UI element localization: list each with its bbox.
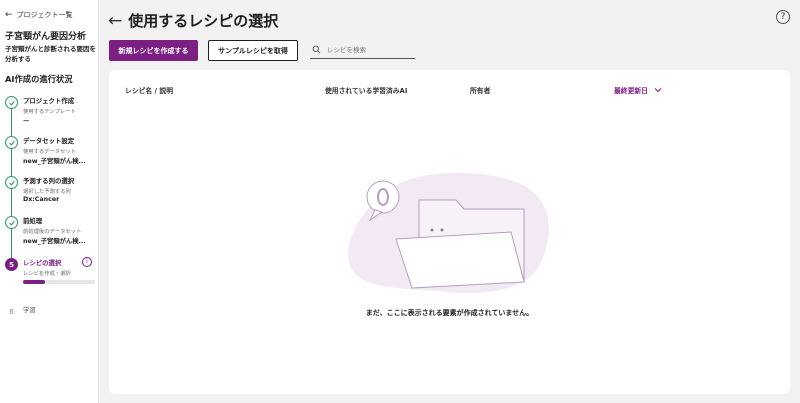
empty-state-message: まだ、ここに表示される要素が作成されていません。 [365,309,534,317]
progress-heading: AI作成の進行状況 [5,74,73,84]
step-progress-bar [23,280,95,284]
arrow-left-icon: ← [5,9,13,20]
column-header-name[interactable]: レシピ名 / 説明 [125,85,173,95]
step-title: プロジェクト作成 [23,97,75,105]
empty-folder-illustration [347,172,549,294]
check-icon [5,96,18,109]
step-title: 前処理 [23,217,43,225]
main-content: ← 使用するレシピの選択 ? 新規レシピを作成する サンプルレシピを取得 レシピ… [100,0,800,403]
check-icon [5,176,18,189]
step-subtitle: 使用するデータセット [23,149,76,155]
search-input[interactable] [327,45,415,54]
sample-recipe-button[interactable]: サンプルレシピを取得 [208,40,298,61]
recipe-table-panel: レシピ名 / 説明 使用されている学習済みAI 所有者 最終更新日 まだ、ここに… [109,70,790,394]
new-recipe-button[interactable]: 新規レシピを作成する [109,40,198,61]
step-subtitle: 前処理後のデータセット [23,229,82,235]
step-number-badge: 5 [5,258,18,271]
column-header-updated-sort[interactable]: 最終更新日 [614,85,662,95]
chevron-down-icon [654,88,662,93]
column-header-updated-label: 最終更新日 [614,87,648,95]
column-header-trained-ai[interactable]: 使用されている学習済みAI [325,85,407,95]
project-title: 子宮頸がん要因分析 [5,32,87,42]
step-subtitle: 選択した予測する列 [23,189,71,195]
help-icon[interactable]: ? [776,10,790,24]
step-subtitle: 使用するテンプレート [23,109,76,115]
step-subtitle: レシピを作成・選択 [23,271,71,277]
back-to-projects-link[interactable]: ← プロジェクト一覧 [5,10,73,20]
check-icon [5,136,18,149]
step-value: new_子宮頸がん検... [23,158,86,165]
info-icon[interactable]: i [82,257,92,267]
search-box[interactable] [310,41,415,59]
search-icon [312,45,321,54]
step-progress-fill [23,280,45,284]
step-title: レシピの選択 [23,259,62,267]
step-title: データセット設定 [23,137,75,145]
column-header-owner[interactable]: 所有者 [470,85,490,95]
back-arrow-icon[interactable]: ← [108,11,122,31]
step-title: 学習 [23,306,36,314]
sidebar: ← プロジェクト一覧 子宮頸がん要因分析 子宮頸がんと診断される要因を分析する … [0,0,99,403]
step-value: ー [23,118,30,125]
step-title: 予測する列の選択 [23,177,75,185]
page-title: 使用するレシピの選択 [128,12,279,30]
project-description: 子宮頸がんと診断される要因を分析する [5,45,96,63]
check-icon [5,216,18,229]
back-to-projects-label: プロジェクト一覧 [16,11,73,19]
step-number-badge: 6 [5,305,18,318]
step-value: Dx:Cancer [23,196,60,203]
page-header: ← 使用するレシピの選択 [108,10,278,31]
step-value: new_子宮頸がん検... [23,238,86,245]
